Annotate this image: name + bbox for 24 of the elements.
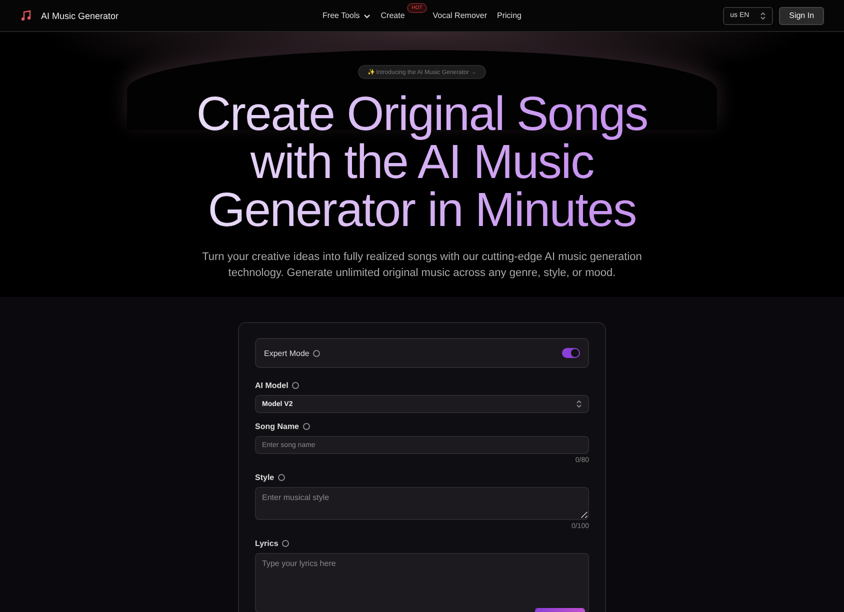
sign-in-button[interactable]: Sign In xyxy=(779,6,824,24)
toggle-switch[interactable] xyxy=(562,348,580,358)
up-down-chevron-icon xyxy=(576,400,582,408)
info-icon xyxy=(292,382,300,389)
nav-link[interactable]: Pricing xyxy=(497,11,522,20)
chevron-down-icon xyxy=(362,12,371,20)
nav-link[interactable]: Free Tools xyxy=(322,11,371,20)
up-down-chevron-icon xyxy=(760,12,766,20)
nav-link[interactable]: Vocal Remover xyxy=(432,11,488,20)
music-note-icon xyxy=(20,10,32,22)
text-area[interactable]: Enter musical style xyxy=(255,487,589,520)
hero-subtitle: Turn your creative ideas into fully realized songs with our cutting-edge AI music generation technology. Generate unlimited original music across any genre, style, or mood. xyxy=(202,250,642,281)
info-icon xyxy=(282,540,290,547)
field-label: AI Model xyxy=(255,381,288,390)
field-label: Expert Mode xyxy=(264,348,310,358)
info-icon xyxy=(313,350,320,356)
field-label: Style xyxy=(255,473,274,482)
brand-name[interactable]: AI Music Generator xyxy=(41,10,119,20)
lyrics-area[interactable]: Type your lyrics here xyxy=(255,553,589,612)
info-icon xyxy=(278,474,286,481)
field-label: Lyrics xyxy=(255,539,278,548)
info-icon xyxy=(303,423,310,430)
field-label: Song Name xyxy=(255,422,300,431)
nav-link[interactable]: Create xyxy=(380,11,405,20)
